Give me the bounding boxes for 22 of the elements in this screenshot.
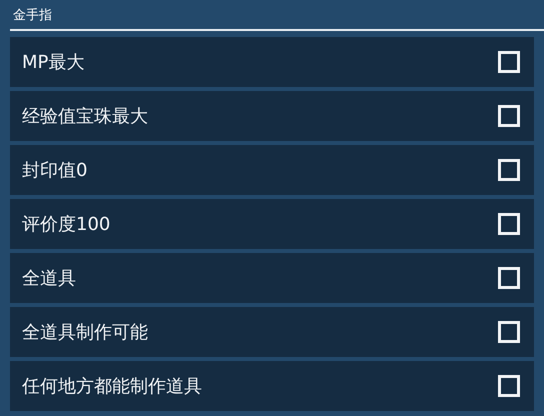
cheat-row[interactable]: 全道具 xyxy=(10,253,534,303)
cheat-label: 任何地方都能制作道具 xyxy=(22,375,202,398)
cheat-row[interactable]: 任何地方都能制作道具 xyxy=(10,361,534,411)
cheat-row[interactable]: 经验值宝珠最大 xyxy=(10,91,534,141)
cheat-label: 全道具 xyxy=(22,267,76,290)
cheat-row[interactable]: 评价度100 xyxy=(10,199,534,249)
checkbox[interactable] xyxy=(498,213,520,235)
cheat-row[interactable]: 全道具制作可能 xyxy=(10,307,534,357)
checkbox[interactable] xyxy=(498,267,520,289)
checkbox[interactable] xyxy=(498,51,520,73)
cheat-label: MP最大 xyxy=(22,51,84,74)
cheat-label: 全道具制作可能 xyxy=(22,321,148,344)
cheat-label: 评价度100 xyxy=(22,213,110,236)
checkbox[interactable] xyxy=(498,105,520,127)
cheat-row[interactable]: MP最大 xyxy=(10,37,534,87)
cheat-row[interactable]: 封印值0 xyxy=(10,145,534,195)
cheat-label: 经验值宝珠最大 xyxy=(22,105,148,128)
cheat-label: 封印值0 xyxy=(22,159,88,182)
section-title: 金手指 xyxy=(13,7,52,24)
checkbox[interactable] xyxy=(498,159,520,181)
checkbox[interactable] xyxy=(498,375,520,397)
checkbox[interactable] xyxy=(498,321,520,343)
